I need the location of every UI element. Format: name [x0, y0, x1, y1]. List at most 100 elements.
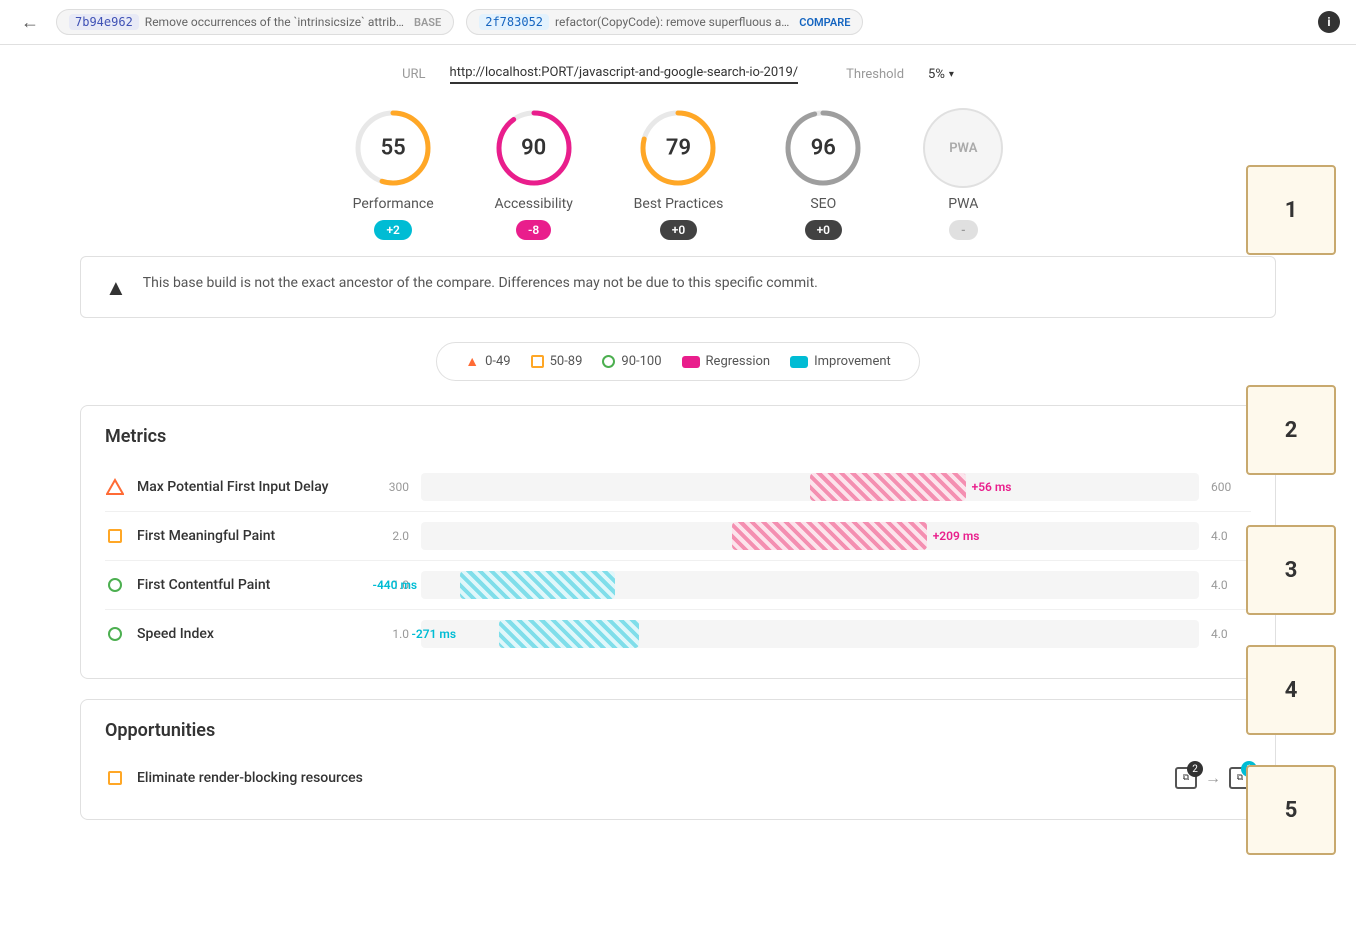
- metrics-rows: Max Potential First Input Delay 300 +56 …: [105, 463, 1251, 658]
- opp-icon-square: [105, 768, 125, 788]
- metric-icon-circle: [105, 575, 125, 595]
- score-item-pwa[interactable]: PWA PWA -: [923, 108, 1003, 240]
- compare-hash: 2f783052: [479, 14, 549, 30]
- metric-icon-square: [105, 526, 125, 546]
- table-row[interactable]: First Meaningful Paint 2.0 +209 ms 4.0: [105, 512, 1251, 561]
- legend-0-49: ▲ 0-49: [465, 353, 510, 370]
- legend-improvement-icon: [790, 356, 808, 368]
- nav-bar: ← 7b94e962 Remove occurrences of the `in…: [0, 0, 1356, 45]
- warning-icon: ▲: [105, 275, 127, 301]
- back-button[interactable]: ←: [16, 8, 44, 36]
- metric-bar: -271 ms: [421, 620, 1199, 648]
- metric-bar-label: +209 ms: [927, 529, 986, 543]
- compare-desc: refactor(CopyCode): remove superfluous a…: [555, 15, 789, 29]
- warning-box: ▲ This base build is not the exact ances…: [80, 256, 1276, 318]
- table-row[interactable]: Speed Index 1.0 -271 ms 4.0: [105, 610, 1251, 658]
- score-circle-seo: 96: [783, 108, 863, 188]
- pwa-circle: PWA: [923, 108, 1003, 188]
- metric-min: 300: [369, 480, 409, 494]
- score-name-performance: Performance: [353, 196, 434, 212]
- score-badge-performance: +2: [374, 220, 411, 240]
- score-item-performance[interactable]: 55 Performance +2: [353, 108, 434, 240]
- warning-text: This base build is not the exact ancesto…: [143, 273, 818, 294]
- metric-max: 4.0: [1211, 578, 1251, 592]
- legend-50-89: 50-89: [531, 354, 583, 369]
- annotation-4: 4: [1246, 645, 1336, 735]
- score-name-seo: SEO: [810, 196, 836, 212]
- scores-row: 55 Performance +2 90 Accessibility -8 79: [80, 108, 1276, 240]
- score-badge-pwa: -: [949, 220, 977, 240]
- table-row[interactable]: First Contentful Paint 1.0 -440 ms 4.0: [105, 561, 1251, 610]
- metric-bar: +56 ms: [421, 473, 1199, 501]
- metric-name: First Contentful Paint: [137, 577, 357, 593]
- main-content: URL http://localhost:PORT/javascript-and…: [0, 45, 1356, 860]
- compare-commit-pill[interactable]: 2f783052 refactor(CopyCode): remove supe…: [466, 9, 863, 35]
- opp-name: Eliminate render-blocking resources: [137, 770, 1163, 786]
- metric-icon-triangle: [105, 477, 125, 497]
- score-item-seo[interactable]: 96 SEO +0: [783, 108, 863, 240]
- score-name-pwa: PWA: [948, 196, 978, 212]
- metric-max: 4.0: [1211, 529, 1251, 543]
- metrics-title: Metrics: [105, 426, 1251, 447]
- metric-bar: +209 ms: [421, 522, 1199, 550]
- url-label: URL: [402, 67, 425, 82]
- metric-name: Speed Index: [137, 626, 357, 642]
- table-row[interactable]: Max Potential First Input Delay 300 +56 …: [105, 463, 1251, 512]
- annotation-2: 2: [1246, 385, 1336, 475]
- score-name-accessibility: Accessibility: [494, 196, 572, 212]
- annotation-3: 3: [1246, 525, 1336, 615]
- metric-name: Max Potential First Input Delay: [137, 479, 357, 495]
- metric-bar-fill: [810, 473, 966, 501]
- base-commit-pill[interactable]: 7b94e962 Remove occurrences of the `intr…: [56, 9, 454, 35]
- base-hash: 7b94e962: [69, 14, 139, 30]
- base-desc: Remove occurrences of the `intrinsicsize…: [145, 15, 404, 29]
- base-count-badge: 2: [1187, 761, 1203, 777]
- score-badge-accessibility: -8: [516, 220, 551, 240]
- threshold-label: Threshold: [846, 67, 904, 82]
- legend-circle-green-icon: [602, 355, 615, 368]
- metric-bar-fill: [732, 522, 927, 550]
- url-value[interactable]: http://localhost:PORT/javascript-and-goo…: [450, 65, 799, 84]
- legend-regression: Regression: [682, 354, 771, 369]
- metric-icon-circle: [105, 624, 125, 644]
- legend-90-100: 90-100: [602, 354, 661, 369]
- metric-bar-label: +56 ms: [966, 480, 1018, 494]
- metric-max: 4.0: [1211, 627, 1251, 641]
- opportunities-title: Opportunities: [105, 720, 1251, 741]
- metric-bar-fill: [460, 571, 616, 599]
- metric-bar: -440 ms: [421, 571, 1199, 599]
- arrow-right-icon: →: [1205, 768, 1221, 788]
- metric-bar-label: -271 ms: [405, 627, 462, 641]
- opp-actions: ⧉ 2 → ⧉ 1: [1175, 767, 1251, 789]
- opp-rows: Eliminate render-blocking resources ⧉ 2 …: [105, 757, 1251, 799]
- base-tag: BASE: [414, 16, 441, 29]
- annotation-5: 5: [1246, 765, 1336, 855]
- metric-bar-fill: [499, 620, 639, 648]
- metric-min: 2.0: [369, 529, 409, 543]
- info-button[interactable]: i: [1318, 11, 1340, 33]
- score-item-accessibility[interactable]: 90 Accessibility -8: [494, 108, 574, 240]
- score-badge-best-practices: +0: [660, 220, 697, 240]
- metric-max: 600: [1211, 480, 1251, 494]
- metrics-section: Metrics Max Potential First Input Delay …: [80, 405, 1276, 679]
- score-circle-performance: 55: [353, 108, 433, 188]
- metric-min: 1.0: [369, 627, 409, 641]
- score-circle-accessibility: 90: [494, 108, 574, 188]
- score-circle-best-practices: 79: [638, 108, 718, 188]
- legend-triangle-icon: ▲: [465, 353, 479, 370]
- metric-bar-label: -440 ms: [367, 578, 424, 592]
- legend-bar: ▲ 0-49 50-89 90-100 Regression Improveme…: [436, 342, 920, 381]
- threshold-dropdown[interactable]: 5%: [928, 67, 954, 82]
- base-copy-button[interactable]: ⧉ 2: [1175, 767, 1197, 789]
- opportunities-section: Opportunities Eliminate render-blocking …: [80, 699, 1276, 820]
- metric-name: First Meaningful Paint: [137, 528, 357, 544]
- score-name-best-practices: Best Practices: [634, 196, 724, 212]
- url-bar: URL http://localhost:PORT/javascript-and…: [80, 65, 1276, 84]
- compare-tag: COMPARE: [799, 16, 850, 29]
- score-item-best-practices[interactable]: 79 Best Practices +0: [634, 108, 724, 240]
- list-item[interactable]: Eliminate render-blocking resources ⧉ 2 …: [105, 757, 1251, 799]
- legend-improvement: Improvement: [790, 354, 891, 369]
- legend-square-orange-icon: [531, 355, 544, 368]
- annotation-1: 1: [1246, 165, 1336, 255]
- score-badge-seo: +0: [805, 220, 842, 240]
